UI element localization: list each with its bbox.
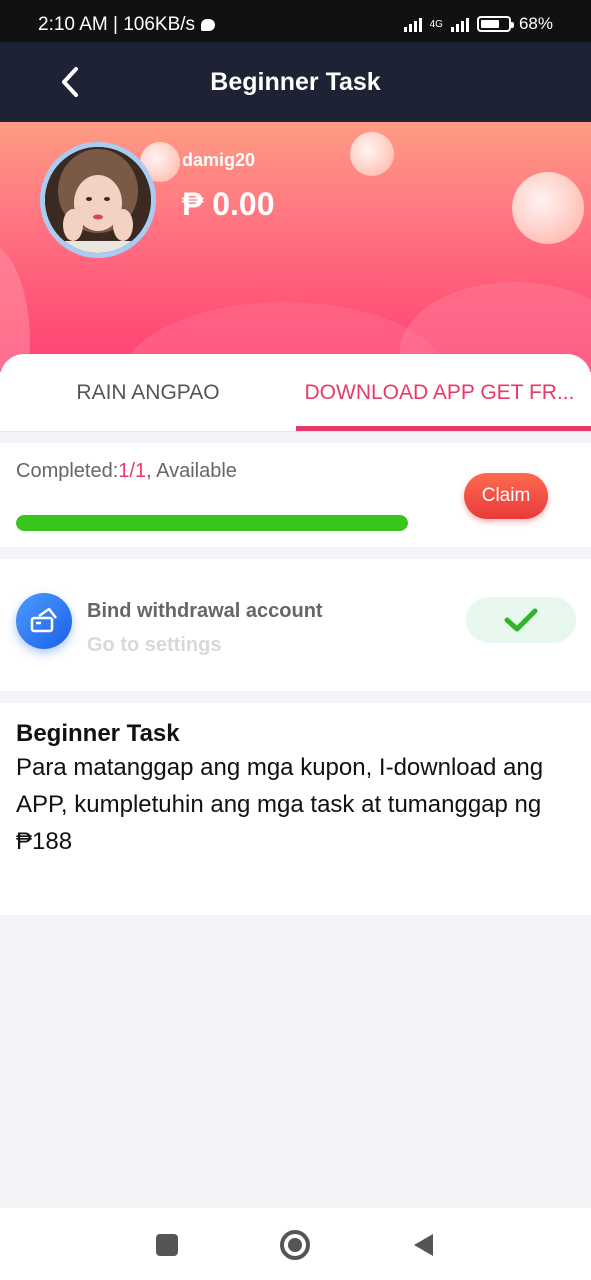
balance-amount: ₱ 0.00 xyxy=(182,186,275,222)
decorative-bubble xyxy=(512,172,584,244)
task-tabs: RAIN ANGPAO DOWNLOAD APP GET FR... xyxy=(0,354,591,432)
checkmark-icon xyxy=(504,608,538,632)
task-description: Beginner Task Para matanggap ang mga kup… xyxy=(0,703,591,915)
app-header: Beginner Task xyxy=(0,42,591,122)
completed-label: Completed: xyxy=(16,460,119,482)
active-tab-indicator xyxy=(296,426,591,431)
completed-count: 1/1 xyxy=(118,460,147,482)
battery-icon xyxy=(476,16,514,32)
battery-level: 68% xyxy=(518,14,553,33)
message-notification-icon xyxy=(201,19,216,31)
progress-bar xyxy=(16,515,408,531)
task-item[interactable]: Bind withdrawal account Go to settings xyxy=(0,559,591,691)
profile-banner: damig20 ₱ 0.00 xyxy=(0,122,591,372)
bank-card-icon xyxy=(16,593,72,649)
task-subtitle: Go to settings xyxy=(87,634,222,656)
tab-rain-angpao[interactable]: RAIN ANGPAO xyxy=(0,354,296,432)
progress-bar-fill xyxy=(16,515,408,531)
tab-download-app[interactable]: DOWNLOAD APP GET FR... xyxy=(296,354,591,432)
page-title: Beginner Task xyxy=(210,68,381,96)
decorative-blob xyxy=(0,242,30,372)
square-icon xyxy=(156,1234,178,1256)
description-body: Para matanggap ang mga kupon, I-download… xyxy=(16,754,544,855)
back-system-button[interactable] xyxy=(408,1230,438,1260)
claim-button[interactable]: Claim xyxy=(464,473,548,519)
home-circle-icon xyxy=(280,1230,310,1260)
status-left: 2:10 AM | 106KB/s xyxy=(38,14,216,36)
avatar[interactable] xyxy=(40,142,156,258)
task-title: Bind withdrawal account xyxy=(87,600,323,622)
availability-text: , Available xyxy=(146,460,237,482)
triangle-back-icon xyxy=(414,1234,433,1256)
status-right: 4G 68% xyxy=(403,14,553,34)
progress-card: Completed:1/1, Available Claim xyxy=(0,443,591,547)
time-and-speed: 2:10 AM | 106KB/s xyxy=(38,14,196,35)
avatar-photo xyxy=(45,147,151,253)
completion-status: Completed:1/1, Available xyxy=(16,460,237,483)
recent-apps-button[interactable] xyxy=(152,1230,182,1260)
system-nav-bar xyxy=(0,1208,591,1280)
decorative-bubble xyxy=(350,132,394,176)
task-done-badge xyxy=(466,597,576,643)
tab-label: DOWNLOAD APP GET FR... xyxy=(304,381,575,404)
home-button[interactable] xyxy=(280,1230,310,1260)
signal-icon xyxy=(403,16,422,32)
status-bar: 2:10 AM | 106KB/s 4G 68% xyxy=(0,0,591,42)
username: damig20 xyxy=(182,150,256,170)
signal-4g-icon xyxy=(450,16,469,32)
tab-label: RAIN ANGPAO xyxy=(76,381,220,404)
description-title: Beginner Task xyxy=(16,720,180,747)
network-type: 4G xyxy=(429,18,443,30)
